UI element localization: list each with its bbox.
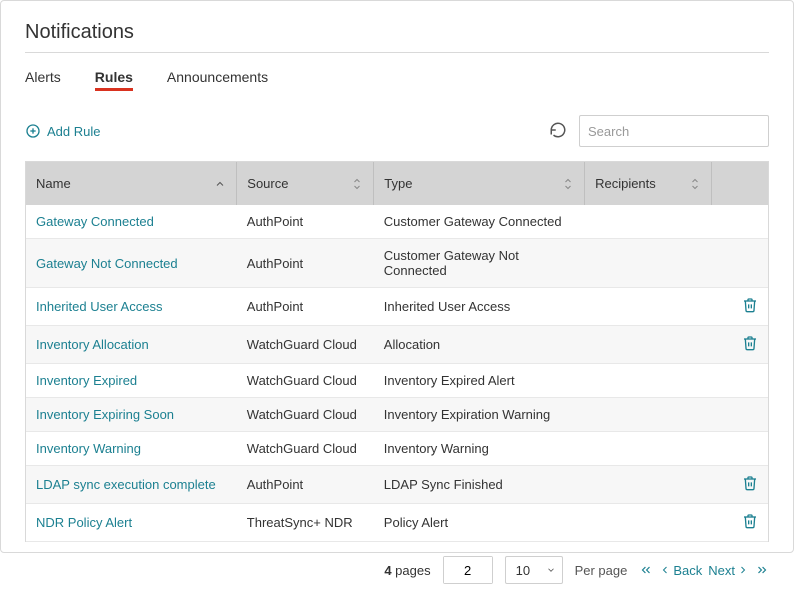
col-recipients-label: Recipients	[595, 176, 656, 191]
col-source-label: Source	[247, 176, 288, 191]
trash-icon[interactable]	[742, 479, 758, 494]
rule-recipients	[585, 432, 711, 466]
chevron-down-icon	[546, 565, 556, 575]
refresh-icon	[549, 121, 567, 139]
page-input-wrap[interactable]	[443, 556, 493, 584]
table-row: Inventory ExpiredWatchGuard CloudInvento…	[26, 364, 768, 398]
rule-source: AuthPoint	[237, 205, 374, 239]
rule-name-link[interactable]: Inherited User Access	[26, 288, 237, 326]
plus-circle-icon	[25, 123, 41, 139]
rule-name-link[interactable]: Inventory Expired	[26, 364, 237, 398]
col-type[interactable]: Type	[374, 162, 585, 205]
col-type-label: Type	[384, 176, 412, 191]
rule-recipients	[585, 239, 711, 288]
rule-recipients	[585, 364, 711, 398]
rule-source: WatchGuard Cloud	[237, 432, 374, 466]
rule-recipients	[585, 326, 711, 364]
add-rule-label: Add Rule	[47, 124, 100, 139]
rule-delete-cell	[711, 364, 768, 398]
col-name-label: Name	[36, 176, 71, 191]
rule-type: Customer Gateway Connected	[374, 205, 585, 239]
per-page-select[interactable]: 10	[505, 556, 563, 584]
rule-name-link[interactable]: Gateway Connected	[26, 205, 237, 239]
page-input[interactable]	[444, 557, 492, 583]
rule-recipients	[585, 504, 711, 542]
table-row: Inventory Expiring SoonWatchGuard CloudI…	[26, 398, 768, 432]
rule-recipients	[585, 398, 711, 432]
rule-delete-cell	[711, 398, 768, 432]
rule-name-link[interactable]: NDR Policy Alert	[26, 504, 237, 542]
rule-source: AuthPoint	[237, 466, 374, 504]
table-row: NDR Policy AlertThreatSync+ NDRPolicy Al…	[26, 504, 768, 542]
rule-delete-cell	[711, 205, 768, 239]
search-box[interactable]	[579, 115, 769, 147]
rule-source: WatchGuard Cloud	[237, 398, 374, 432]
rule-type: Inherited User Access	[374, 288, 585, 326]
per-page-label: Per page	[575, 563, 628, 578]
rule-delete-cell[interactable]	[711, 288, 768, 326]
rule-type: Allocation	[374, 326, 585, 364]
per-page-value: 10	[516, 563, 530, 578]
search-input[interactable]	[588, 124, 764, 139]
rule-delete-cell[interactable]	[711, 326, 768, 364]
rule-name-link[interactable]: Inventory Allocation	[26, 326, 237, 364]
rules-table: Name Source	[26, 162, 768, 542]
rule-delete-cell	[711, 239, 768, 288]
rule-name-link[interactable]: LDAP sync execution complete	[26, 466, 237, 504]
tab-alerts[interactable]: Alerts	[25, 69, 61, 91]
rule-type: LDAP Sync Finished	[374, 466, 585, 504]
rule-name-link[interactable]: Gateway Not Connected	[26, 239, 237, 288]
title-divider	[25, 52, 769, 53]
table-row: LDAP sync execution completeAuthPointLDA…	[26, 466, 768, 504]
first-page-icon[interactable]	[639, 563, 653, 577]
back-button[interactable]: Back	[659, 563, 702, 578]
rule-type: Inventory Expiration Warning	[374, 398, 585, 432]
sort-icon	[351, 177, 363, 191]
page-title: Notifications	[25, 21, 769, 44]
rule-delete-cell[interactable]	[711, 504, 768, 542]
tab-rules[interactable]: Rules	[95, 69, 133, 91]
rule-name-link[interactable]: Inventory Expiring Soon	[26, 398, 237, 432]
rule-type: Inventory Warning	[374, 432, 585, 466]
rule-delete-cell[interactable]	[711, 466, 768, 504]
tab-announcements[interactable]: Announcements	[167, 69, 268, 91]
table-row: Gateway ConnectedAuthPointCustomer Gatew…	[26, 205, 768, 239]
chevron-right-icon	[737, 564, 749, 576]
table-row: Inventory WarningWatchGuard CloudInvento…	[26, 432, 768, 466]
pagination: 4 pages 10 Per page Back Next	[25, 542, 769, 584]
trash-icon[interactable]	[742, 301, 758, 316]
refresh-button[interactable]	[549, 121, 567, 142]
sort-icon	[562, 177, 574, 191]
rule-type: Inventory Expired Alert	[374, 364, 585, 398]
rule-recipients	[585, 466, 711, 504]
sort-icon	[689, 177, 701, 191]
trash-icon[interactable]	[742, 517, 758, 532]
rule-source: WatchGuard Cloud	[237, 326, 374, 364]
col-name[interactable]: Name	[26, 162, 237, 205]
table-row: Inventory AllocationWatchGuard CloudAllo…	[26, 326, 768, 364]
col-recipients[interactable]: Recipients	[585, 162, 711, 205]
rule-source: AuthPoint	[237, 288, 374, 326]
rule-source: AuthPoint	[237, 239, 374, 288]
sort-asc-icon	[214, 178, 226, 190]
next-button[interactable]: Next	[708, 563, 749, 578]
rule-recipients	[585, 288, 711, 326]
rule-recipients	[585, 205, 711, 239]
table-row: Inherited User AccessAuthPointInherited …	[26, 288, 768, 326]
trash-icon[interactable]	[742, 339, 758, 354]
col-source[interactable]: Source	[237, 162, 374, 205]
last-page-icon[interactable]	[755, 563, 769, 577]
rule-source: ThreatSync+ NDR	[237, 504, 374, 542]
rule-delete-cell	[711, 432, 768, 466]
table-row: Gateway Not ConnectedAuthPointCustomer G…	[26, 239, 768, 288]
pages-label: 4 pages	[384, 563, 430, 578]
rule-type: Customer Gateway Not Connected	[374, 239, 585, 288]
chevron-left-icon	[659, 564, 671, 576]
rule-type: Policy Alert	[374, 504, 585, 542]
col-actions	[711, 162, 768, 205]
tabs-nav: Alerts Rules Announcements	[25, 69, 769, 91]
rule-source: WatchGuard Cloud	[237, 364, 374, 398]
add-rule-button[interactable]: Add Rule	[25, 123, 100, 139]
rule-name-link[interactable]: Inventory Warning	[26, 432, 237, 466]
